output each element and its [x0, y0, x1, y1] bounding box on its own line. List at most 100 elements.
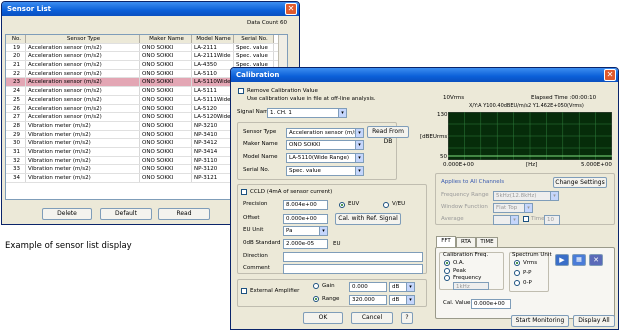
pp-radio[interactable]: [514, 270, 520, 276]
maker-name-select[interactable]: ONO SOKKI ▾: [286, 140, 364, 150]
chevron-down-icon[interactable]: ▾: [355, 167, 363, 175]
cal-value-input[interactable]: 0.000e+00: [471, 299, 511, 309]
freq-range-label: Frequency Range: [441, 192, 489, 198]
chevron-down-icon[interactable]: ▾: [355, 129, 363, 137]
chevron-down-icon[interactable]: ▾: [524, 204, 532, 212]
ext-amp-checkbox[interactable]: [241, 288, 247, 294]
table-cell: NP-3110: [192, 156, 234, 165]
chevron-down-icon[interactable]: ▾: [338, 109, 346, 117]
applies-label: Applies to All Channels: [441, 179, 505, 185]
remove-value-checkbox[interactable]: [238, 88, 244, 94]
read-from-db-button[interactable]: Read From DB: [367, 126, 409, 145]
tab-time[interactable]: TIME: [476, 237, 498, 247]
gain-radio[interactable]: [313, 283, 319, 289]
chevron-down-icon[interactable]: ▾: [355, 154, 363, 162]
serial-select[interactable]: Spec. value ▾: [286, 166, 364, 176]
column-header[interactable]: No.: [6, 35, 26, 43]
peak-label: Peak: [453, 268, 467, 274]
ccld-label: CCLD (4mA of sensor current): [250, 189, 333, 195]
table-cell: 19: [6, 43, 26, 52]
table-cell: LA-5111Wide: [192, 95, 234, 104]
range-radio[interactable]: [313, 296, 319, 302]
precision-input[interactable]: 8.004e+00: [283, 200, 328, 210]
average-select[interactable]: ▾: [493, 215, 519, 225]
cancel-x-icon[interactable]: ✕: [589, 254, 603, 266]
table-cell: 27: [6, 113, 26, 121]
table-cell: NP-3120: [192, 165, 234, 173]
read-button[interactable]: Read: [158, 208, 210, 220]
cal-ref-signal-button[interactable]: Cal. with Ref. Signal: [335, 213, 401, 225]
gain-input[interactable]: 0.000: [349, 282, 387, 292]
tab-rta[interactable]: RTA: [456, 237, 476, 247]
table-cell: 31: [6, 147, 26, 156]
table-row[interactable]: 19 Acceleration sensor (m/s2) ONO SOKKI LA-…: [6, 43, 287, 53]
chevron-down-icon[interactable]: ▾: [406, 296, 414, 304]
frequency-select[interactable]: 1kHz: [453, 282, 489, 290]
change-settings-button[interactable]: Change Settings: [553, 177, 607, 188]
range-unit-select[interactable]: dB ▾: [389, 295, 415, 305]
offset-input[interactable]: 0.000e+00: [283, 214, 328, 224]
table-cell: ONO SOKKI: [140, 104, 192, 113]
table-cell: 33: [6, 165, 26, 173]
y-top: 130: [437, 112, 448, 118]
calibration-titlebar: Calibration ✕: [231, 68, 618, 82]
close-icon[interactable]: ✕: [285, 3, 297, 15]
cancel-button[interactable]: Cancel: [351, 312, 393, 324]
euv-radio[interactable]: [339, 202, 345, 208]
elapsed-time: Elapsed Time :00:00:10: [531, 95, 597, 101]
window-select[interactable]: Flat Top ▾: [493, 203, 533, 213]
op-label: 0-P: [523, 280, 532, 286]
ccld-checkbox[interactable]: [241, 189, 247, 195]
gain-unit-select[interactable]: dB ▾: [389, 282, 415, 292]
odb-input[interactable]: 2.000e-05: [283, 239, 328, 249]
time-checkbox[interactable]: [523, 216, 529, 222]
play-icon[interactable]: ▶: [555, 254, 569, 266]
fit-icon[interactable]: ▦: [572, 254, 586, 266]
frequency-radio[interactable]: [444, 275, 450, 281]
comment-input[interactable]: [283, 264, 423, 274]
column-header[interactable]: Maker Name: [140, 35, 192, 43]
table-row[interactable]: 20 Acceleration sensor (m/s2) ONO SOKKI LA-…: [6, 52, 287, 62]
help-button[interactable]: ?: [401, 312, 413, 324]
sensor-type-select[interactable]: Acceleration sensor (m/s ▾: [286, 128, 364, 138]
signal-name-select[interactable]: 1. CH. 1 ▾: [267, 108, 347, 118]
display-all-button[interactable]: Display All: [573, 315, 615, 327]
column-header[interactable]: Model Name: [192, 35, 234, 43]
table-cell: Vibration meter (m/s2): [26, 165, 140, 173]
chevron-down-icon[interactable]: ▾: [510, 216, 518, 224]
veu-radio[interactable]: [383, 202, 389, 208]
chevron-down-icon[interactable]: ▾: [550, 192, 558, 200]
calibration-window: Calibration ✕ Remove Calibration Value U…: [230, 67, 619, 330]
op-radio[interactable]: [514, 280, 520, 286]
oa-radio[interactable]: [444, 260, 450, 266]
sensor-list-titlebar: Sensor List ✕: [2, 2, 299, 16]
spectrum-graph[interactable]: [448, 112, 612, 160]
model-name-select[interactable]: LA-5110(Wide Range) ▾: [286, 153, 364, 163]
ok-button[interactable]: OK: [303, 312, 343, 324]
chevron-down-icon[interactable]: ▾: [319, 227, 327, 235]
column-header[interactable]: Sensor Type: [26, 35, 140, 43]
default-button[interactable]: Default: [100, 208, 152, 220]
range-input[interactable]: 320.000: [349, 295, 387, 305]
y-unit: [dBEUrms]: [420, 134, 450, 140]
column-header[interactable]: Serial No.: [234, 35, 274, 43]
start-monitoring-button[interactable]: Start Monitoring: [511, 315, 569, 327]
table-cell: Acceleration sensor (m/s2): [26, 95, 140, 104]
direction-input[interactable]: [283, 252, 423, 262]
close-icon[interactable]: ✕: [604, 69, 616, 81]
table-cell: Vibration meter (m/s2): [26, 147, 140, 156]
table-cell: Acceleration sensor (m/s2): [26, 52, 140, 61]
table-cell: Acceleration sensor (m/s2): [26, 113, 140, 121]
average-input[interactable]: 10: [544, 215, 560, 225]
delete-button[interactable]: Delete: [42, 208, 92, 220]
eu-unit-select[interactable]: Pa ▾: [283, 226, 328, 236]
chevron-down-icon[interactable]: ▾: [406, 283, 414, 291]
peak-radio[interactable]: [444, 268, 450, 274]
vrms-radio[interactable]: [514, 260, 520, 266]
freq-range-select[interactable]: 5kHz(12.8kHz) ▾: [493, 191, 559, 201]
odb-label: 0dB Standard: [243, 240, 281, 246]
chevron-down-icon[interactable]: ▾: [355, 141, 363, 149]
tab-fft[interactable]: FFT: [436, 236, 456, 247]
table-cell: LA-2111: [192, 43, 234, 52]
table-cell: ONO SOKKI: [140, 95, 192, 104]
